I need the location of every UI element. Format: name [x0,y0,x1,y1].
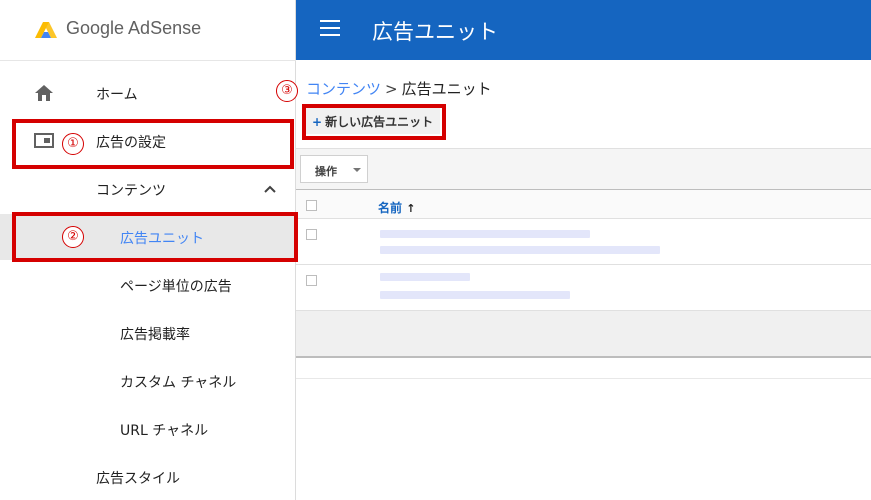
blurred-ad-unit-name [380,230,590,238]
table-row[interactable] [296,265,871,311]
sidebar-item-page-level-ads[interactable]: ページ単位の広告 [0,262,296,308]
caret-down-icon [353,168,361,172]
actions-label: 操作 [315,165,337,178]
annotation-badge-2: ② [62,226,84,248]
row-checkbox[interactable] [306,229,317,240]
table-row[interactable] [296,219,871,265]
ad-units-table: 名前 ↑ [296,190,871,311]
sort-arrow-icon: ↑ [406,202,416,215]
sidebar-item-custom-channels[interactable]: カスタム チャネル [0,358,296,404]
home-icon [35,85,53,101]
breadcrumb: コンテンツ > 広告ユニット [306,78,492,99]
sidebar-item-label: カスタム チャネル [120,375,237,391]
annotation-badge-1: ① [62,133,84,155]
breadcrumb-separator: > [385,80,398,98]
actions-toolbar: 操作 [296,148,871,190]
highlight-box-ad-settings [12,119,294,169]
column-header-name[interactable]: 名前 ↑ [378,199,415,216]
brand-header: Google AdSense [0,0,296,61]
sidebar-item-label: コンテンツ [96,183,166,199]
sidebar-item-label: ページ単位の広告 [120,279,232,295]
hamburger-menu-icon[interactable] [320,20,340,36]
sidebar-item-content[interactable]: コンテンツ [0,166,296,212]
top-app-bar: 広告ユニット [296,0,871,60]
row-checkbox[interactable] [306,275,317,286]
table-header: 名前 ↑ [296,190,871,219]
actions-dropdown[interactable]: 操作 [300,155,368,183]
brand-name: Google AdSense [66,18,202,38]
sidebar-item-ad-coverage[interactable]: 広告掲載率 [0,310,296,356]
divider [296,378,871,379]
highlight-box-new-ad-unit [302,104,446,140]
adsense-logo-icon [35,22,57,38]
breadcrumb-current: 広告ユニット [401,80,492,98]
sidebar-item-label: 広告掲載率 [120,327,190,343]
sidebar-item-home[interactable]: ホーム [0,70,296,116]
blurred-ad-unit-name [380,273,470,281]
annotation-badge-3: ③ [276,80,298,102]
column-name-label: 名前 [378,201,403,215]
chevron-up-icon[interactable] [264,185,276,193]
page-title: 広告ユニット [372,20,498,44]
sidebar-item-url-channels[interactable]: URL チャネル [0,406,296,452]
highlight-box-ad-units [12,212,298,262]
blurred-ad-unit-id [380,291,570,299]
sidebar-item-label: URL チャネル [120,423,209,439]
blurred-ad-unit-id [380,246,660,254]
breadcrumb-link-content[interactable]: コンテンツ [306,80,381,98]
select-all-checkbox[interactable] [306,200,317,211]
sidebar-item-label: ホーム [96,87,138,103]
table-footer [296,310,871,358]
sidebar-item-ad-styles[interactable]: 広告スタイル [0,454,296,500]
sidebar-item-label: 広告スタイル [96,471,180,487]
